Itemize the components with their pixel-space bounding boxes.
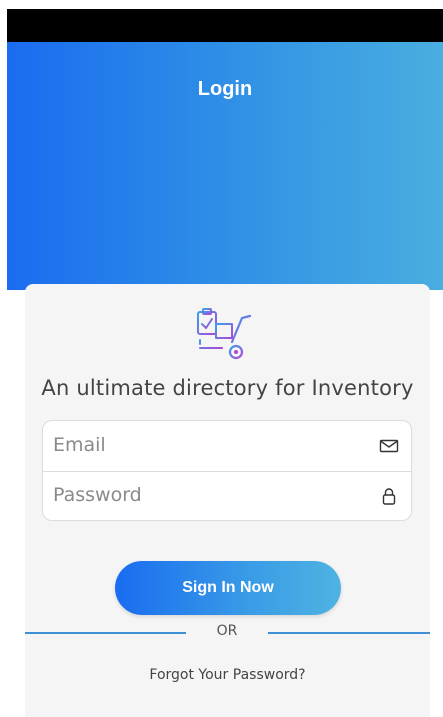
divider-line-right (268, 632, 430, 634)
page-title: Login (197, 78, 253, 100)
status-bar (7, 9, 443, 42)
divider-line-left (25, 632, 186, 634)
lock-icon (379, 486, 399, 506)
forgot-password-link[interactable]: Forgot Your Password? (25, 667, 430, 683)
inventory-cart-icon (192, 304, 258, 364)
sign-in-button[interactable]: Sign In Now (115, 561, 341, 615)
login-card: An ultimate directory for Inventory Sign… (25, 284, 430, 717)
password-field[interactable] (53, 471, 353, 519)
email-field-row (43, 421, 411, 472)
password-field-row (43, 471, 411, 520)
login-form (42, 420, 412, 521)
email-field[interactable] (53, 421, 353, 469)
divider-text: OR (216, 623, 238, 639)
header: Login (7, 42, 443, 290)
tagline: An ultimate directory for Inventory (41, 376, 414, 400)
envelope-icon (379, 436, 399, 456)
or-divider: OR (25, 623, 430, 643)
